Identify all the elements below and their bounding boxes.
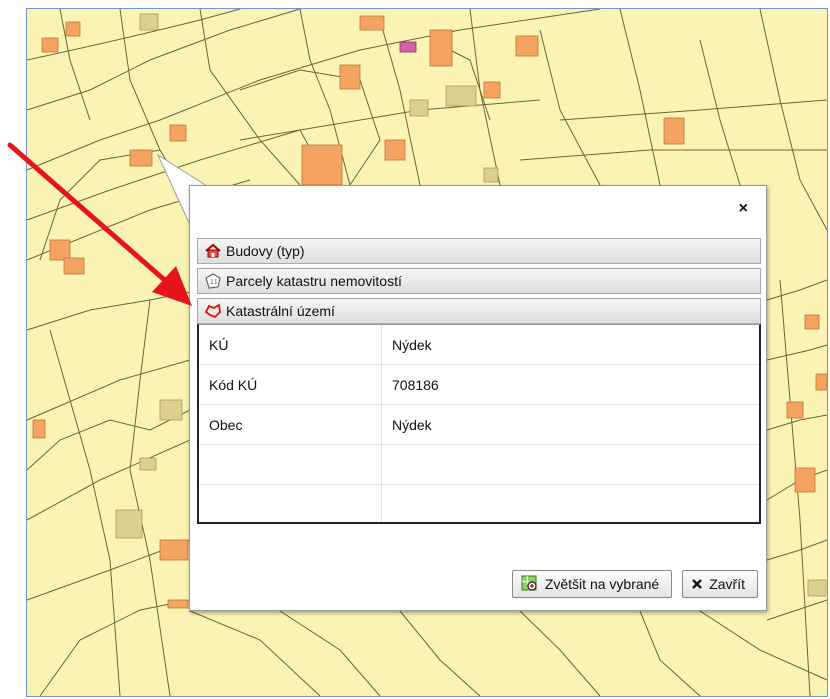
table-row: KÚ Nýdek [199,325,759,365]
attribute-table: KÚ Nýdek Kód KÚ 708186 Obec Nýdek [199,325,759,522]
table-row [199,444,759,485]
zoom-map-icon [521,575,539,593]
attribute-table-panel: KÚ Nýdek Kód KÚ 708186 Obec Nýdek [197,324,761,524]
territory-outline-icon [204,302,222,320]
identify-popup: × Budovy (typ) 11 Parcely katastru nemov… [189,185,767,611]
popup-button-bar: Zvětšit na vybrané Zavřít [511,570,758,598]
parcel-icon: 11 [204,272,222,290]
section-katastralni-uzemi[interactable]: Katastrální území [197,298,761,324]
attr-key: Obec [199,404,382,445]
attr-key: Kód KÚ [199,364,382,405]
close-button-label: Zavřít [709,576,745,592]
attr-value: Nýdek [381,325,759,365]
close-button[interactable]: Zavřít [682,570,758,598]
zoom-to-selected-button[interactable]: Zvětšit na vybrané [511,570,673,598]
attr-key [199,444,382,485]
close-icon [691,578,703,590]
attr-value [381,444,759,485]
attr-key [199,484,382,522]
attr-value: Nýdek [381,404,759,445]
house-icon [204,242,222,260]
zoom-button-label: Zvětšit na vybrané [544,576,660,592]
section-label: Katastrální území [226,303,335,319]
attr-value [381,484,759,522]
section-label: Budovy (typ) [226,243,305,259]
attr-value: 708186 [381,364,759,405]
section-budovy[interactable]: Budovy (typ) [197,238,761,264]
section-parcely[interactable]: 11 Parcely katastru nemovitostí [197,268,761,294]
table-row: Kód KÚ 708186 [199,364,759,405]
section-label: Parcely katastru nemovitostí [226,273,402,289]
attr-key: KÚ [199,325,382,365]
layer-accordion: Budovy (typ) 11 Parcely katastru nemovit… [197,238,761,524]
svg-text:11: 11 [210,279,218,286]
table-row: Obec Nýdek [199,404,759,445]
table-row [199,484,759,522]
popup-close-icon[interactable]: × [739,201,748,217]
